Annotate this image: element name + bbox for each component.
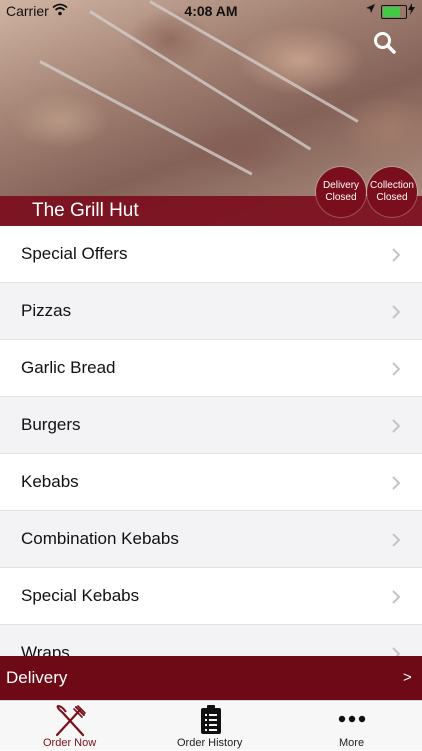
fork-knife-icon <box>55 705 86 737</box>
menu-item-label: Pizzas <box>21 301 72 320</box>
search-button[interactable] <box>372 30 398 56</box>
more-dots-icon <box>338 715 366 723</box>
tab-label: Order History <box>177 737 243 749</box>
tab-label: Order Now <box>43 737 97 749</box>
menu-item-label: Special Kebabs <box>21 586 140 605</box>
delivery-badge-line1: Delivery <box>322 180 360 191</box>
menu-item-burgers[interactable]: Burgers <box>0 397 422 454</box>
delivery-mode-bar[interactable]: Delivery > <box>0 656 422 700</box>
chevron-right-icon <box>392 590 401 604</box>
chevron-right-icon <box>392 533 401 547</box>
menu-item-label: Burgers <box>21 415 81 434</box>
collection-status-badge: Collection Closed <box>367 167 417 217</box>
menu-item-garlic-bread[interactable]: Garlic Bread <box>0 340 422 397</box>
clock: 4:08 AM <box>184 3 238 19</box>
menu-item-pizzas[interactable]: Pizzas <box>0 283 422 340</box>
chevron-right-icon <box>392 476 401 490</box>
tab-more[interactable]: More <box>282 701 422 751</box>
clipboard-list-icon <box>201 705 221 734</box>
menu-item-label: Kebabs <box>21 472 79 491</box>
chevron-right-icon <box>392 248 401 262</box>
status-bar: Carrier 4:08 AM <box>0 0 422 22</box>
menu-category-list: Special Offers Pizzas Garlic Bread Burge… <box>0 226 422 656</box>
collection-badge-line1: Collection <box>370 180 414 191</box>
menu-item-label: Combination Kebabs <box>21 529 179 548</box>
menu-item-label: Special Offers <box>21 244 128 263</box>
menu-item-kebabs[interactable]: Kebabs <box>0 454 422 511</box>
charging-bolt-icon <box>408 3 415 18</box>
tab-order-history[interactable]: Order History <box>141 701 281 751</box>
tab-bar: Order Now Order History More <box>0 700 422 750</box>
chevron-right-icon <box>392 647 401 656</box>
restaurant-name: The Grill Hut <box>32 200 139 221</box>
menu-item-wraps[interactable]: Wraps <box>0 625 422 656</box>
location-arrow-icon <box>365 3 376 17</box>
delivery-status-badge: Delivery Closed <box>316 167 366 217</box>
tab-label: More <box>339 737 365 749</box>
menu-item-combination-kebabs[interactable]: Combination Kebabs <box>0 511 422 568</box>
delivery-badge-line2: Closed <box>325 192 357 203</box>
tab-order-now[interactable]: Order Now <box>0 701 140 751</box>
menu-item-label: Garlic Bread <box>21 358 116 377</box>
menu-item-special-kebabs[interactable]: Special Kebabs <box>0 568 422 625</box>
chevron-right-icon <box>392 362 401 376</box>
battery-icon <box>381 5 407 19</box>
chevron-right-icon <box>392 305 401 319</box>
menu-item-label: Wraps <box>21 643 70 656</box>
delivery-mode-arrow-icon: > <box>403 669 412 686</box>
collection-badge-line2: Closed <box>376 192 408 203</box>
chevron-right-icon <box>392 419 401 433</box>
delivery-mode-label: Delivery <box>6 668 68 687</box>
search-icon <box>374 32 396 54</box>
menu-item-special-offers[interactable]: Special Offers <box>0 226 422 283</box>
